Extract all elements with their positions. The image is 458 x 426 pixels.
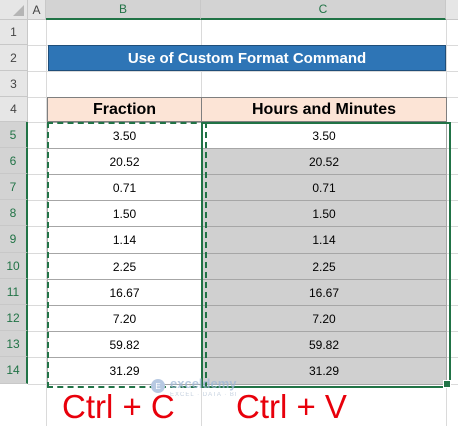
row-header-3[interactable]: 3 [0,71,28,97]
hours-cell[interactable]: 20.52 [201,148,447,175]
column-header-next [446,0,458,20]
row-header-12[interactable]: 12 [0,305,28,331]
row-header-10[interactable]: 10 [0,253,28,279]
row-header-9[interactable]: 9 [0,226,28,253]
row-header-7[interactable]: 7 [0,174,28,200]
hours-cell[interactable]: 59.82 [201,331,447,358]
row-header-13[interactable]: 13 [0,331,28,357]
select-all-triangle-icon [13,5,24,16]
row-header-1[interactable]: 1 [0,20,28,45]
select-all-corner[interactable] [0,0,28,20]
page-title: Use of Custom Format Command [48,45,446,71]
row-header-11[interactable]: 11 [0,279,28,305]
hours-cell[interactable]: 7.20 [201,305,447,332]
fraction-cell[interactable]: 7.20 [47,305,202,332]
fraction-header: Fraction [47,97,202,122]
fraction-cell[interactable]: 3.50 [47,122,202,149]
watermark-text: exceldemy [170,376,237,391]
watermark-tagline: EXCEL · DATA · BI [170,392,238,398]
column-header-c[interactable]: C [201,0,446,20]
fraction-cell[interactable]: 59.82 [47,331,202,358]
hours-cell[interactable]: 16.67 [201,279,447,306]
hours-cell[interactable]: 0.71 [201,174,447,201]
hours-cell[interactable]: 2.25 [201,253,447,280]
fraction-cell[interactable]: 2.25 [47,253,202,280]
hours-header: Hours and Minutes [201,97,447,122]
row-header-2[interactable]: 2 [0,45,28,71]
copy-shortcut-label: Ctrl + C [62,388,175,425]
column-header-a[interactable]: A [28,0,46,20]
row-header-14[interactable]: 14 [0,357,28,384]
fraction-cell[interactable]: 16.67 [47,279,202,306]
fraction-cell[interactable]: 20.52 [47,148,202,175]
paste-shortcut-label: Ctrl + V [236,388,347,425]
hours-cell[interactable]: 31.29 [201,357,447,385]
gridline [28,71,458,72]
hours-cell[interactable]: 1.14 [201,226,447,254]
row-header-6[interactable]: 6 [0,148,28,174]
hours-cell[interactable]: 3.50 [201,122,447,149]
row-header-4[interactable]: 4 [0,97,28,122]
row-header-5[interactable]: 5 [0,122,28,148]
fraction-cell[interactable]: 1.14 [47,226,202,254]
fraction-cell[interactable]: 0.71 [47,174,202,201]
column-header-b[interactable]: B [46,0,201,20]
hours-cell[interactable]: 1.50 [201,200,447,227]
fill-handle[interactable] [443,380,451,388]
row-header-8[interactable]: 8 [0,200,28,226]
fraction-cell[interactable]: 1.50 [47,200,202,227]
